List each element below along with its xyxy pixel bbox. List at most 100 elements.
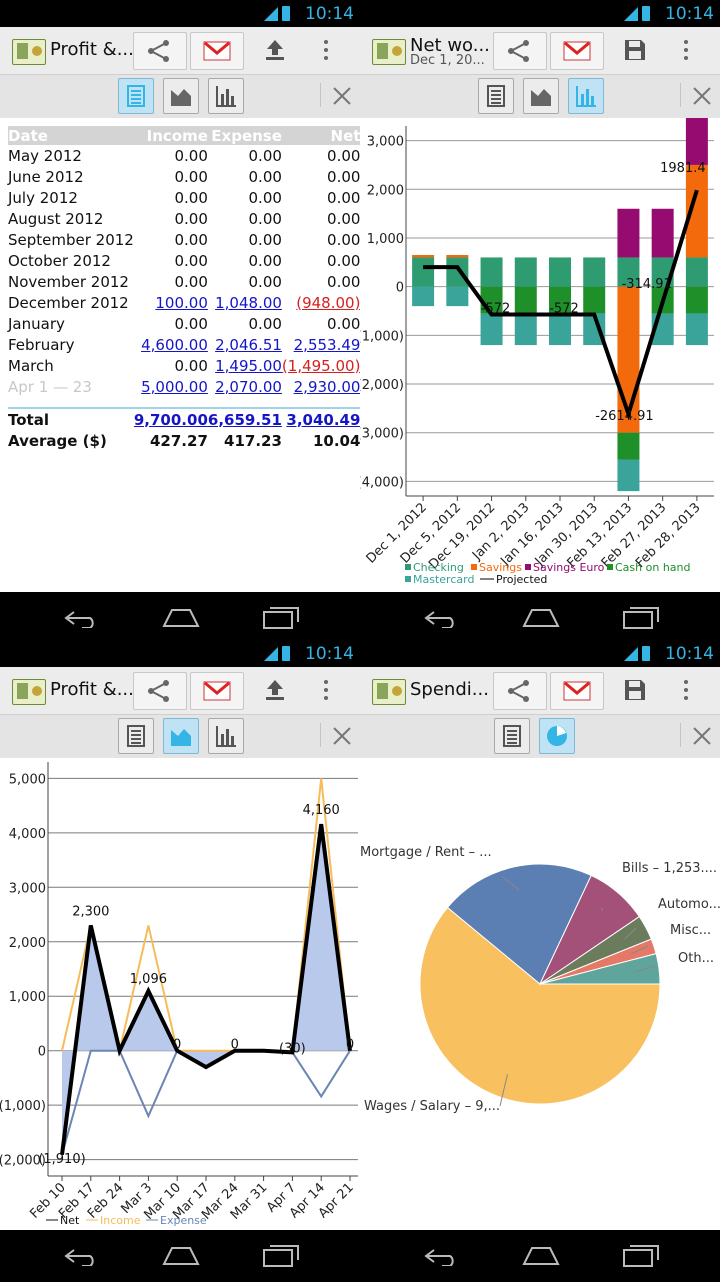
row-amount[interactable]: 2,046.51 <box>208 334 282 355</box>
summary-amount[interactable]: 3,040.49 <box>286 411 360 429</box>
summary-value[interactable]: 6,659.51 <box>208 408 282 430</box>
export-button[interactable] <box>250 32 302 68</box>
amount-value[interactable]: 2,930.00 <box>294 378 360 396</box>
recents-icon[interactable] <box>622 1242 660 1268</box>
close-button[interactable] <box>686 720 718 752</box>
amount-value[interactable]: 4,600.00 <box>141 336 208 354</box>
overflow-menu-button[interactable] <box>666 672 706 708</box>
row-amount[interactable]: 1,048.00 <box>208 292 282 313</box>
table-row[interactable]: September 20120.000.000.00 <box>8 229 360 250</box>
report-title: Spendi... <box>410 679 489 700</box>
back-icon[interactable] <box>422 608 458 628</box>
app-logo-icon[interactable] <box>372 679 406 705</box>
gmail-button[interactable] <box>190 32 244 70</box>
table-view-button[interactable] <box>478 78 514 114</box>
home-icon[interactable] <box>522 1244 560 1266</box>
bar-chart-button[interactable] <box>568 78 604 114</box>
app-logo-icon[interactable] <box>372 39 406 65</box>
table-view-button[interactable] <box>118 718 154 754</box>
table-row[interactable]: November 20120.000.000.00 <box>8 271 360 292</box>
app-logo-icon[interactable] <box>12 679 46 705</box>
row-amount[interactable]: 100.00 <box>134 292 208 313</box>
table-row[interactable]: May 20120.000.000.00 <box>8 145 360 166</box>
summary-amount[interactable]: 6,659.51 <box>208 411 282 429</box>
save-button[interactable] <box>610 672 662 708</box>
close-button[interactable] <box>326 80 358 112</box>
row-amount[interactable]: 1,495.00 <box>208 355 282 376</box>
home-icon[interactable] <box>162 1244 200 1266</box>
amount-value[interactable]: 2,553.49 <box>294 336 360 354</box>
close-button[interactable] <box>326 720 358 752</box>
row-amount[interactable]: 2,070.00 <box>208 376 282 397</box>
back-icon[interactable] <box>62 608 98 628</box>
row-amount[interactable]: 2,930.00 <box>282 376 360 397</box>
back-icon[interactable] <box>422 1246 458 1266</box>
area-chart-button[interactable] <box>163 718 199 754</box>
column-header[interactable]: Date <box>8 126 134 145</box>
amount-value[interactable]: 1,495.00 <box>215 357 282 375</box>
app-logo-icon[interactable] <box>12 39 46 65</box>
column-header[interactable]: Income <box>134 126 208 145</box>
table-row[interactable]: December 2012100.001,048.00(948.00) <box>8 292 360 313</box>
recents-icon[interactable] <box>262 604 300 630</box>
column-header[interactable]: Net <box>282 126 360 145</box>
table-row[interactable]: March0.001,495.00(1,495.00) <box>8 355 360 376</box>
bar-segment <box>686 257 708 286</box>
amount-value[interactable]: (948.00) <box>296 294 360 312</box>
row-amount[interactable]: 5,000.00 <box>134 376 208 397</box>
table-row[interactable]: August 20120.000.000.00 <box>8 208 360 229</box>
table-view-button[interactable] <box>494 718 530 754</box>
close-button[interactable] <box>686 80 718 112</box>
overflow-menu-button[interactable] <box>306 32 346 68</box>
amount-value[interactable]: 2,070.00 <box>215 378 282 396</box>
net-worth-chart[interactable]: 3,0002,0001,0000(1,000)(2,000)(3,000)(4,… <box>360 118 720 592</box>
share-button[interactable] <box>493 672 547 710</box>
amount-value[interactable]: 5,000.00 <box>141 378 208 396</box>
area-chart-button[interactable] <box>163 78 199 114</box>
row-amount[interactable]: 2,553.49 <box>282 334 360 355</box>
table-row[interactable]: July 20120.000.000.00 <box>8 187 360 208</box>
gmail-button[interactable] <box>550 32 604 70</box>
back-icon[interactable] <box>62 1246 98 1266</box>
recents-icon[interactable] <box>622 604 660 630</box>
amount-value[interactable]: 2,046.51 <box>215 336 282 354</box>
amount-value[interactable]: 100.00 <box>155 294 208 312</box>
share-button[interactable] <box>133 672 187 710</box>
pie-chart-button[interactable] <box>539 718 575 754</box>
recents-icon[interactable] <box>262 1242 300 1268</box>
table-row[interactable]: June 20120.000.000.00 <box>8 166 360 187</box>
export-button[interactable] <box>250 672 302 708</box>
overflow-menu-button[interactable] <box>306 672 346 708</box>
pie-label: Misc... <box>670 923 711 938</box>
table-row[interactable]: Apr 1 — 235,000.002,070.002,930.00 <box>8 376 360 397</box>
summary-value[interactable]: 3,040.49 <box>282 408 360 430</box>
gmail-button[interactable] <box>190 672 244 710</box>
area-chart-button[interactable] <box>523 78 559 114</box>
row-amount: 0.00 <box>134 313 208 334</box>
row-amount[interactable]: (948.00) <box>282 292 360 313</box>
profit-loss-chart[interactable]: 5,0004,0003,0002,0001,0000(1,000)(2,000)… <box>0 758 360 1230</box>
action-bar: Spendi... <box>360 667 720 715</box>
overflow-menu-button[interactable] <box>666 32 706 68</box>
table-row[interactable]: February4,600.002,046.512,553.49 <box>8 334 360 355</box>
share-button[interactable] <box>493 32 547 70</box>
table-view-button[interactable] <box>118 78 154 114</box>
amount-value: 0.00 <box>249 168 282 186</box>
amount-value[interactable]: (1,495.00) <box>282 357 360 375</box>
spending-pie-chart[interactable]: Wages / Salary – 9,...Mortgage / Rent – … <box>360 758 720 1230</box>
table-row[interactable]: January0.000.000.00 <box>8 313 360 334</box>
save-button[interactable] <box>610 32 662 68</box>
table-row[interactable]: October 20120.000.000.00 <box>8 250 360 271</box>
gmail-button[interactable] <box>550 672 604 710</box>
summary-amount[interactable]: 9,700.00 <box>134 411 208 429</box>
bar-chart-button[interactable] <box>208 718 244 754</box>
amount-value[interactable]: 1,048.00 <box>215 294 282 312</box>
row-amount[interactable]: (1,495.00) <box>282 355 360 376</box>
column-header[interactable]: Expense <box>208 126 282 145</box>
summary-value[interactable]: 9,700.00 <box>134 408 208 430</box>
share-button[interactable] <box>133 32 187 70</box>
home-icon[interactable] <box>162 606 200 628</box>
home-icon[interactable] <box>522 606 560 628</box>
bar-chart-button[interactable] <box>208 78 244 114</box>
row-amount[interactable]: 4,600.00 <box>134 334 208 355</box>
